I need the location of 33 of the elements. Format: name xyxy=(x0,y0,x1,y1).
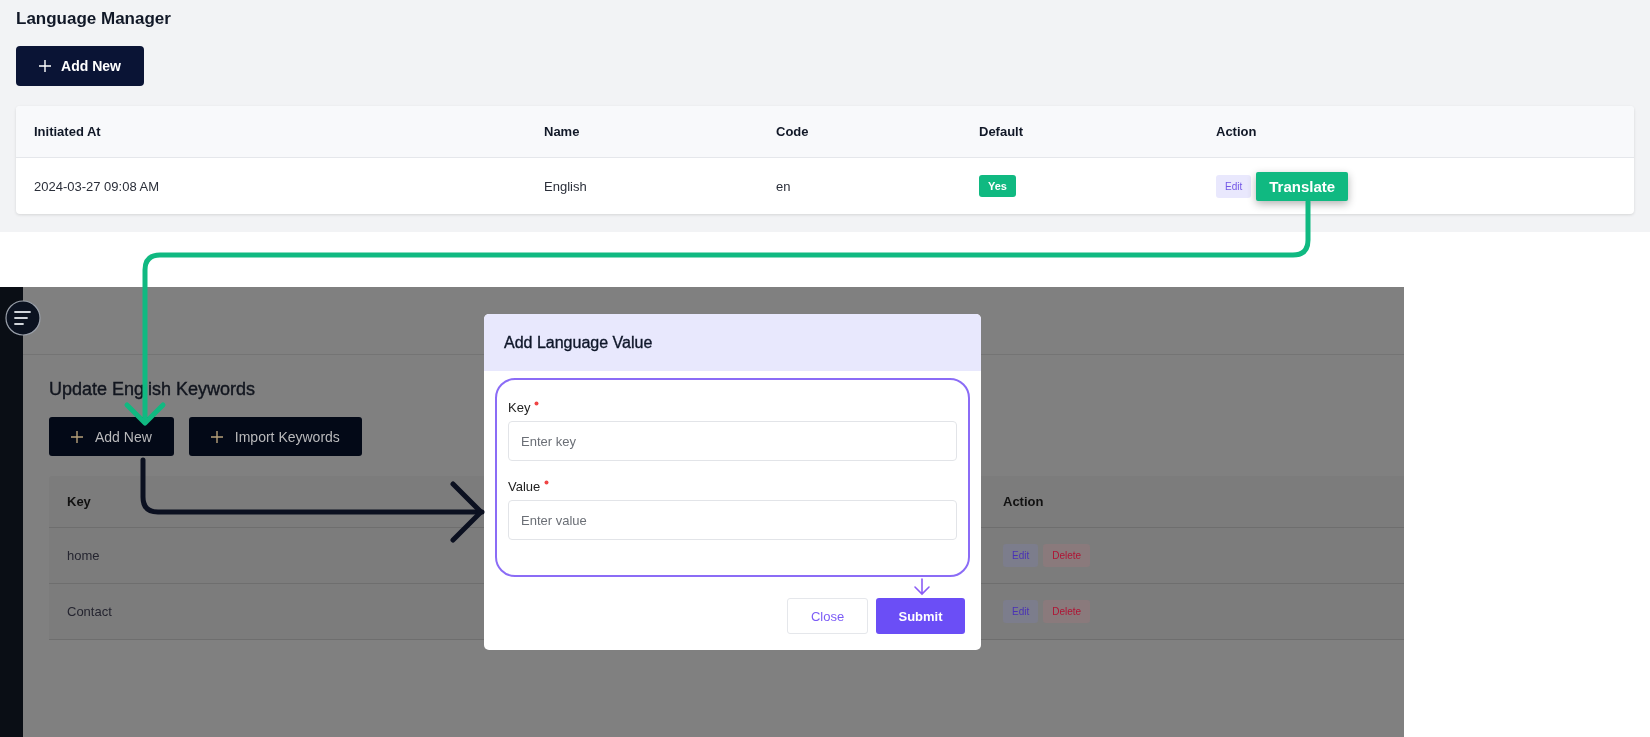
column-header: Code xyxy=(776,124,809,139)
table-cell: English xyxy=(544,178,587,194)
column-header: Initiated At xyxy=(34,124,101,139)
translate-button[interactable]: Translate xyxy=(1256,171,1349,201)
text-field[interactable]: Enter key xyxy=(508,421,957,461)
field-label: Value xyxy=(508,479,541,494)
plus-icon xyxy=(71,430,83,443)
plus-icon xyxy=(210,430,223,443)
table-cell: 2024-03-27 09:08 AM xyxy=(34,178,160,194)
edit-button[interactable]: Edit xyxy=(1003,544,1039,567)
column-header: Default xyxy=(979,124,1024,139)
menu-icon[interactable] xyxy=(5,300,41,336)
add-new-button[interactable]: Add New xyxy=(16,46,144,86)
add-button[interactable]: Add New xyxy=(49,417,174,456)
plus-icon xyxy=(39,60,52,72)
column-header: Name xyxy=(544,124,580,139)
field-label: Key xyxy=(508,400,531,415)
default-badge: Yes xyxy=(979,175,1016,197)
edit-button[interactable]: Edit xyxy=(1216,174,1252,198)
column-header: Action xyxy=(1216,124,1257,139)
table-cell: home xyxy=(67,548,100,563)
arrow xyxy=(914,578,930,596)
modal-title: Add Language Value xyxy=(504,333,653,352)
close-button[interactable]: Close xyxy=(787,598,868,634)
edit-button[interactable]: Edit xyxy=(1003,600,1039,623)
text-field[interactable]: Enter value xyxy=(508,500,957,540)
column-header: Key xyxy=(67,494,91,509)
add-button[interactable]: Import Keywords xyxy=(188,417,362,456)
page-title: Language Manager xyxy=(16,8,172,30)
submit-button[interactable]: Submit xyxy=(876,598,965,634)
table-cell: Contact xyxy=(67,604,112,619)
table-cell: en xyxy=(776,178,791,194)
column-header: Action xyxy=(1003,494,1044,509)
